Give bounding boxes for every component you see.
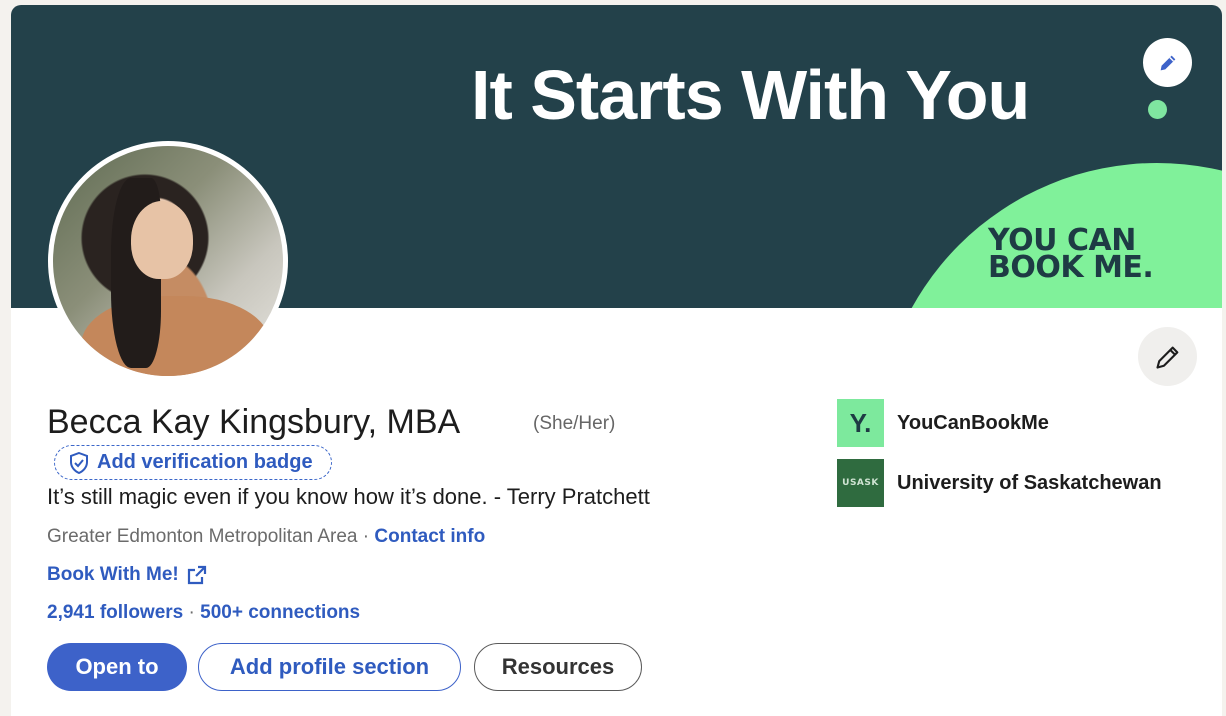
banner-logo: YOU CAN BOOK ME. [988,226,1154,285]
org-university-of-saskatchewan[interactable]: USASK University of Saskatchewan [837,459,1162,507]
profile-card: It Starts With You YOU CAN BOOK ME. Becc… [11,5,1222,716]
add-verification-badge-button[interactable]: Add verification badge [54,445,332,480]
avatar-shirt [81,296,271,376]
youcanbookme-logo: Y. [837,399,884,447]
org-youcanbookme[interactable]: Y. YouCanBookMe [837,399,1049,447]
book-with-me-link[interactable]: Book With Me! [47,564,207,586]
book-link-label: Book With Me! [47,564,179,585]
profile-pronouns: (She/Her) [533,413,616,434]
add-profile-section-button[interactable]: Add profile section [198,643,461,691]
edit-banner-button[interactable] [1143,38,1192,87]
avatar-face [131,201,193,279]
usask-logo: USASK [837,459,884,507]
banner-headline: It Starts With You [471,56,1030,134]
location-separator: · [357,526,375,547]
pencil-icon [1155,346,1178,369]
org-name: YouCanBookMe [897,411,1049,434]
edit-intro-button[interactable] [1138,327,1197,386]
external-link-icon [187,565,206,585]
profile-location: Greater Edmonton Metropolitan Area [47,526,358,547]
shield-check-icon [70,451,88,474]
pencil-icon [1160,55,1175,70]
network-stats: 2,941 followers · 500+ connections [47,602,360,624]
banner-dot [1148,100,1167,119]
banner-logo-line2: BOOK ME. [988,250,1154,285]
contact-info-link[interactable]: Contact info [374,526,485,547]
open-to-button[interactable]: Open to [47,643,187,691]
profile-headline: It’s still magic even if you know how it… [47,484,650,509]
connections-link[interactable]: 500+ connections [200,602,360,623]
followers-link[interactable]: 2,941 followers [47,602,183,623]
location-line: Greater Edmonton Metropolitan Area · Con… [47,526,485,548]
verify-label: Add verification badge [97,451,313,473]
org-name: University of Saskatchewan [897,471,1162,494]
stats-separator: · [183,602,201,623]
profile-name: Becca Kay Kingsbury, MBA [47,403,461,441]
profile-photo[interactable] [48,141,288,381]
resources-button[interactable]: Resources [474,643,642,691]
